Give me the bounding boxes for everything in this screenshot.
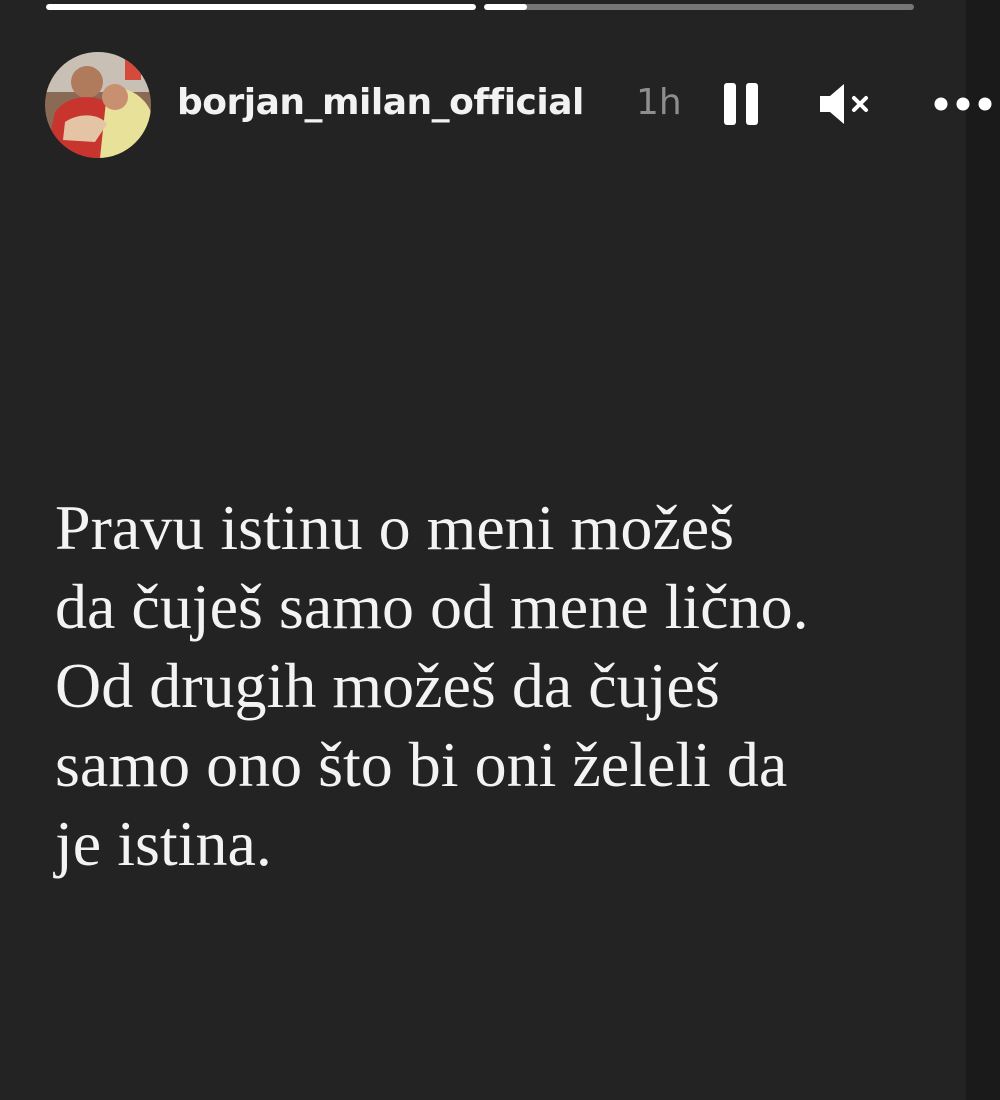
progress-fill <box>484 4 527 10</box>
mute-button[interactable] <box>818 80 874 128</box>
profile-photo <box>45 52 151 158</box>
story-text-line: Od drugih možeš da čuješ <box>55 650 720 721</box>
story-text-line: da čuješ samo od mene lično. <box>55 571 809 642</box>
time-ago: 1h <box>636 82 682 123</box>
progress-fill <box>46 4 476 10</box>
story-progress-segment <box>484 4 914 10</box>
muted-speaker-icon <box>820 84 868 124</box>
story-progress-segment <box>46 4 476 10</box>
story-text-line: samo ono što bi oni želeli da <box>55 729 788 800</box>
story-text: Pravu istinu o meni možeš da čuješ samo … <box>55 488 945 883</box>
username[interactable]: borjan_milan_official <box>177 80 584 126</box>
more-options-button[interactable] <box>932 90 1000 118</box>
side-edge <box>966 0 1000 1100</box>
story-viewer: borjan_milan_official 1h Pravu istinu o … <box>0 0 1000 1100</box>
more-options-icon <box>934 97 992 111</box>
story-text-line: Pravu istinu o meni možeš <box>55 492 735 563</box>
pause-icon <box>724 83 758 125</box>
pause-button[interactable] <box>722 80 762 128</box>
story-text-line: je istina. <box>55 808 272 879</box>
avatar[interactable] <box>45 52 151 158</box>
